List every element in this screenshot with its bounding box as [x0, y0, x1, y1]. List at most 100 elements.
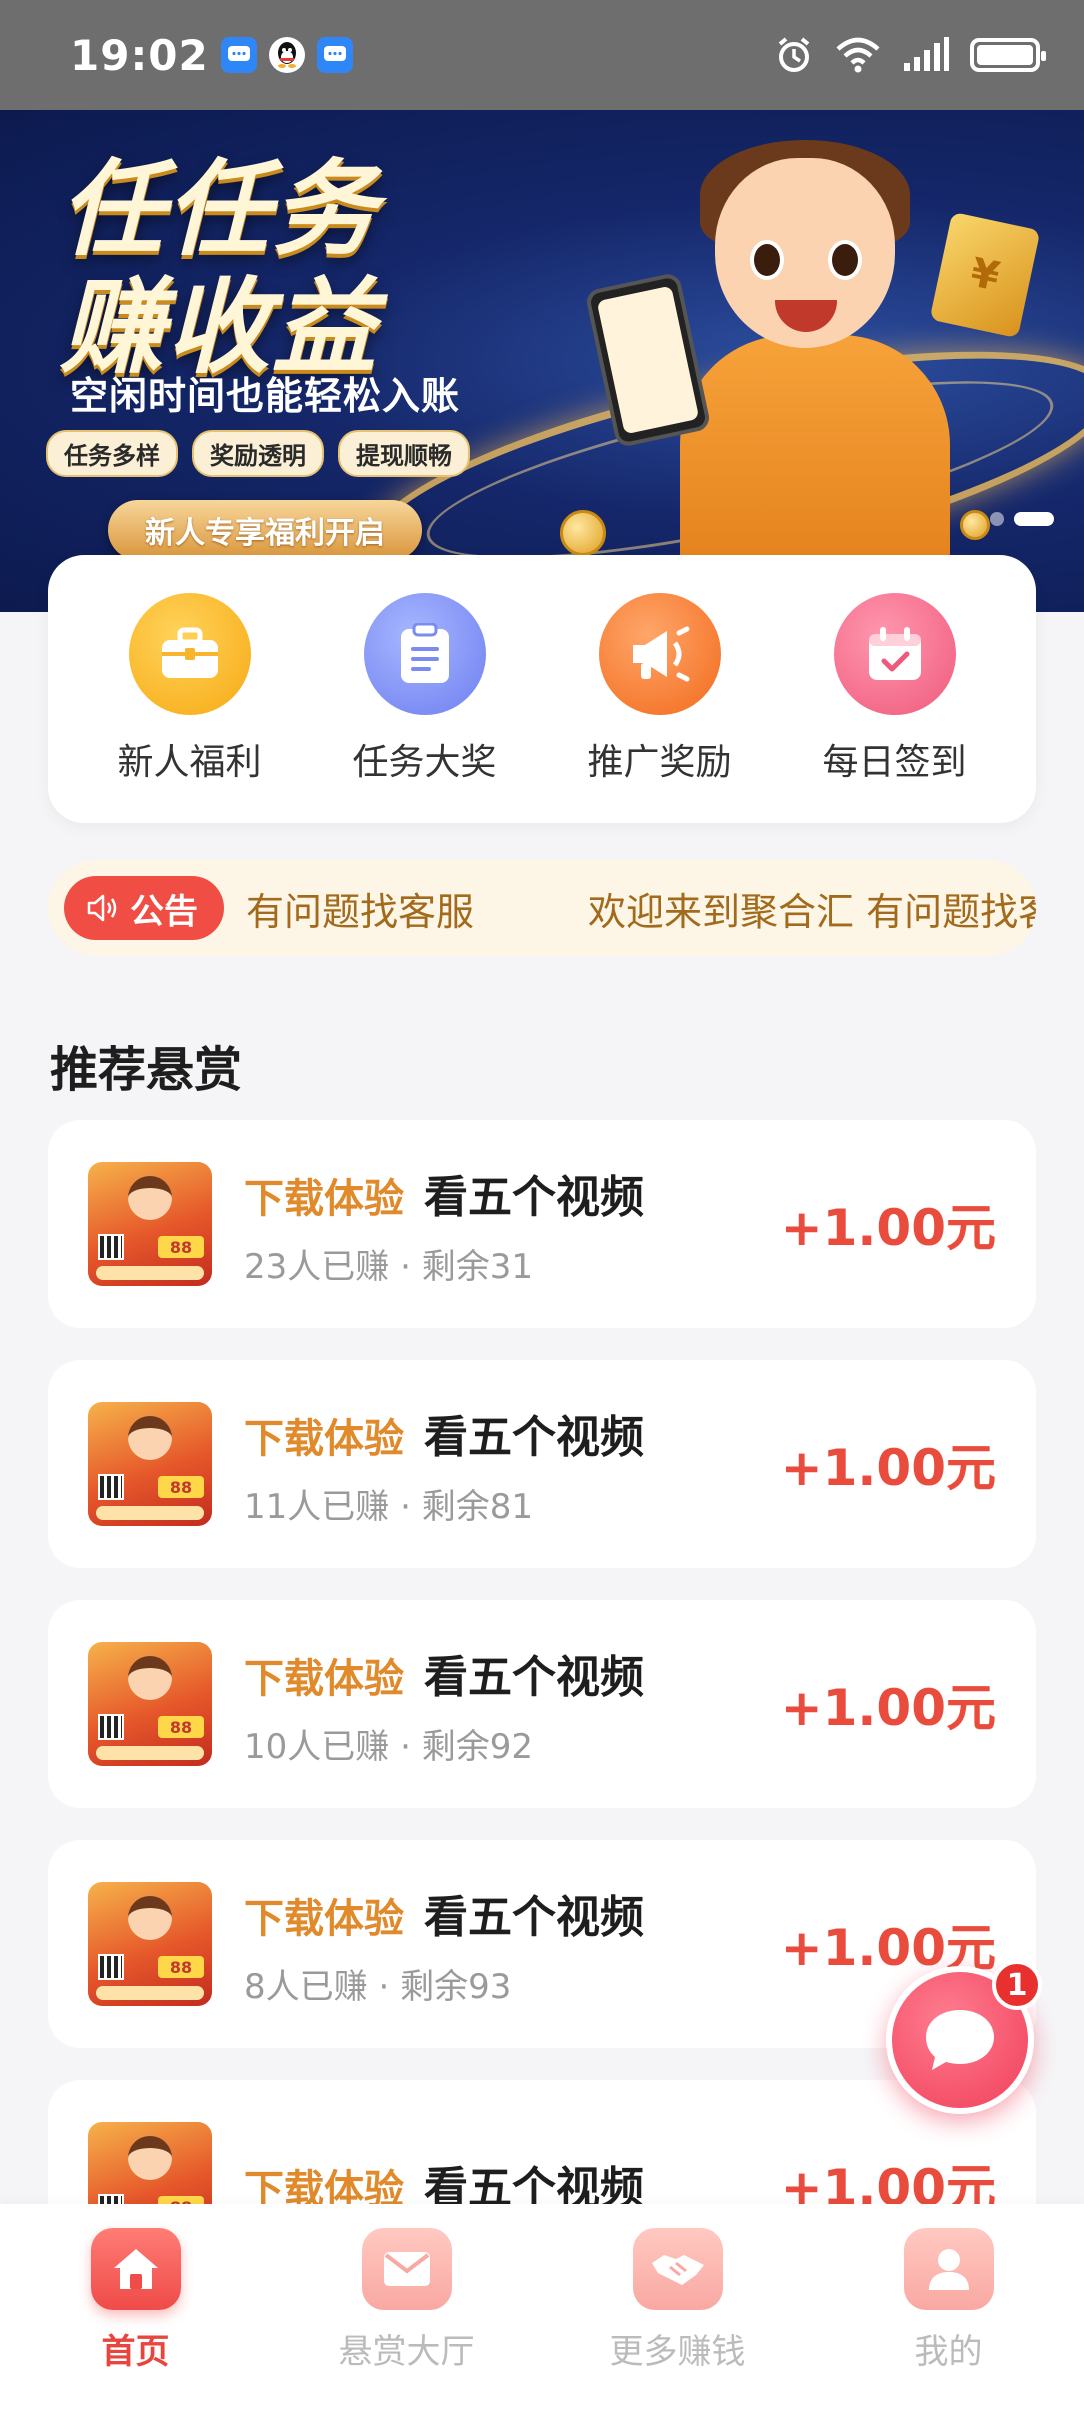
task-thumbnail: 88 [88, 1162, 212, 1286]
task-info: 下载体验 看五个视频 23人已赚 · 剩余31 [244, 1161, 781, 1288]
thumb-badge: 88 [158, 1956, 204, 1978]
task-card[interactable]: 88 下载体验 看五个视频 23人已赚 · 剩余31 +1.00元 [48, 1120, 1036, 1328]
nav-item-more-earning[interactable]: 更多赚钱 [578, 2228, 778, 2373]
nav-label: 我的 [914, 2332, 983, 2372]
megaphone-icon [598, 593, 721, 715]
banner-tag: 提现顺畅 [338, 430, 470, 477]
bottom-navigation: 首页 悬赏大厅 更多赚钱 我的 [0, 2204, 1084, 2412]
status-time: 19:02 [70, 30, 209, 80]
task-thumbnail: 88 [88, 1642, 212, 1766]
status-bar: 19:02 [0, 0, 1084, 110]
nav-item-bounty-hall[interactable]: 悬赏大厅 [307, 2228, 507, 2373]
meta-separator: · [400, 1726, 411, 1767]
nav-item-home[interactable]: 首页 [36, 2228, 236, 2373]
announcement-bar[interactable]: 公告 有问题找客服 欢迎来到聚合汇 有问题找客服 [48, 860, 1036, 956]
gold-card-icon: ¥ [929, 211, 1041, 339]
nav-item-mine[interactable]: 我的 [849, 2228, 1049, 2373]
task-thumbnail: 88 [88, 1882, 212, 2006]
task-card[interactable]: 88 下载体验 看五个视频 8人已赚 · 剩余93 +1.00元 [48, 1840, 1036, 2048]
task-meta: 11人已赚 · 剩余81 [244, 1479, 781, 1528]
floating-chat-button[interactable]: 1 [886, 1960, 1042, 2114]
task-reward: +1.00元 [780, 1439, 996, 1497]
banner-cta-button[interactable]: 新人专享福利开启 [108, 500, 422, 560]
battery-icon [970, 38, 1046, 72]
meta-separator: · [400, 1246, 411, 1287]
task-tag: 下载体验 [244, 1895, 404, 1942]
task-name: 看五个视频 [424, 1171, 644, 1223]
task-info: 下载体验 看五个视频 8人已赚 · 剩余93 [244, 1881, 781, 2008]
status-indicators [774, 35, 1046, 75]
announcement-text: 有问题找客服 欢迎来到聚合汇 有问题找客服 [246, 889, 1036, 934]
gift-briefcase-icon [128, 593, 251, 715]
banner-pagination [990, 512, 1054, 526]
task-tag: 下载体验 [244, 1655, 404, 1702]
task-meta: 8人已赚 · 剩余93 [244, 1959, 781, 2008]
banner-tag: 任务多样 [46, 430, 178, 477]
banner-title-line1: 任任务 [60, 148, 379, 270]
thumb-badge: 88 [158, 1716, 204, 1738]
task-reward: +1.00元 [780, 1199, 996, 1257]
meta-separator: · [400, 1486, 411, 1527]
task-remaining: 剩余93 [400, 1966, 512, 2007]
task-remaining: 剩余31 [421, 1246, 533, 1287]
user-icon [903, 2228, 994, 2310]
task-earned-count: 8人已赚 [244, 1966, 368, 2007]
home-icon [90, 2228, 181, 2310]
quick-item-label: 新人福利 [117, 742, 262, 783]
quick-item-daily-checkin[interactable]: 每日签到 [785, 593, 1005, 785]
message-notification-icon-2 [316, 37, 353, 73]
task-list: 88 下载体验 看五个视频 23人已赚 · 剩余31 +1.00元 88 下载体… [48, 1120, 1036, 2320]
speaker-icon [87, 894, 117, 922]
task-thumbnail: 88 [88, 1402, 212, 1526]
nav-label: 首页 [101, 2332, 170, 2372]
banner-subtitle: 空闲时间也能轻松入账 [70, 374, 461, 418]
section-title: 推荐悬赏 [50, 1042, 243, 1098]
task-remaining: 剩余92 [421, 1726, 533, 1767]
quick-item-label: 推广奖励 [587, 742, 732, 783]
task-tag: 下载体验 [244, 1415, 404, 1462]
quick-item-promotion-rewards[interactable]: 推广奖励 [550, 593, 770, 785]
task-tag: 下载体验 [244, 1175, 404, 1222]
calendar-check-icon [833, 593, 956, 715]
banner-tags: 任务多样 奖励透明 提现顺畅 [46, 430, 470, 477]
pagination-dot [990, 512, 1004, 526]
nav-label: 悬赏大厅 [338, 2332, 475, 2372]
thumb-badge: 88 [158, 1476, 204, 1498]
banner-title: 任任务 赚收益 [60, 150, 378, 386]
pagination-dot-active [1014, 512, 1054, 526]
banner-tag: 奖励透明 [192, 430, 324, 477]
task-card[interactable]: 88 下载体验 看五个视频 11人已赚 · 剩余81 +1.00元 [48, 1360, 1036, 1568]
envelope-icon [361, 2228, 452, 2310]
thumb-badge: 88 [158, 1236, 204, 1258]
task-card[interactable]: 88 下载体验 看五个视频 10人已赚 · 剩余92 +1.00元 [48, 1600, 1036, 1808]
task-info: 下载体验 看五个视频 11人已赚 · 剩余81 [244, 1401, 781, 1528]
task-earned-count: 11人已赚 [244, 1486, 390, 1527]
task-info: 下载体验 看五个视频 10人已赚 · 剩余92 [244, 1641, 781, 1768]
alarm-icon [778, 37, 810, 72]
announcement-badge: 公告 [64, 876, 224, 940]
task-name: 看五个视频 [424, 1891, 644, 1943]
task-meta: 10人已赚 · 剩余92 [244, 1719, 781, 1768]
chat-unread-badge: 1 [992, 1960, 1042, 2010]
announcement-badge-label: 公告 [130, 891, 198, 932]
nav-label: 更多赚钱 [609, 2332, 746, 2372]
task-reward: +1.00元 [780, 1679, 996, 1737]
task-name: 看五个视频 [424, 1411, 644, 1463]
meta-separator: · [378, 1966, 390, 2007]
task-earned-count: 23人已赚 [244, 1246, 390, 1287]
quick-item-label: 每日签到 [822, 742, 967, 783]
task-remaining: 剩余81 [421, 1486, 533, 1527]
qq-notification-icon [268, 37, 305, 73]
wifi-icon [836, 37, 880, 73]
handshake-icon [632, 2228, 723, 2310]
quick-item-task-prizes[interactable]: 任务大奖 [315, 593, 535, 785]
banner-character-illustration: ¥ [560, 130, 1041, 612]
quick-item-newcomer-benefits[interactable]: 新人福利 [80, 593, 300, 785]
chat-bubble-icon [926, 2010, 994, 2070]
clipboard-icon [363, 593, 486, 715]
message-notification-icon [220, 37, 257, 73]
task-name: 看五个视频 [424, 1651, 644, 1703]
quick-item-label: 任务大奖 [352, 742, 497, 783]
signal-icon [904, 37, 949, 71]
promo-banner[interactable]: ¥ 任任务 赚收益 空闲时间也能轻松入账 任务多样 奖励透明 提现顺畅 新人专享… [0, 110, 1084, 612]
